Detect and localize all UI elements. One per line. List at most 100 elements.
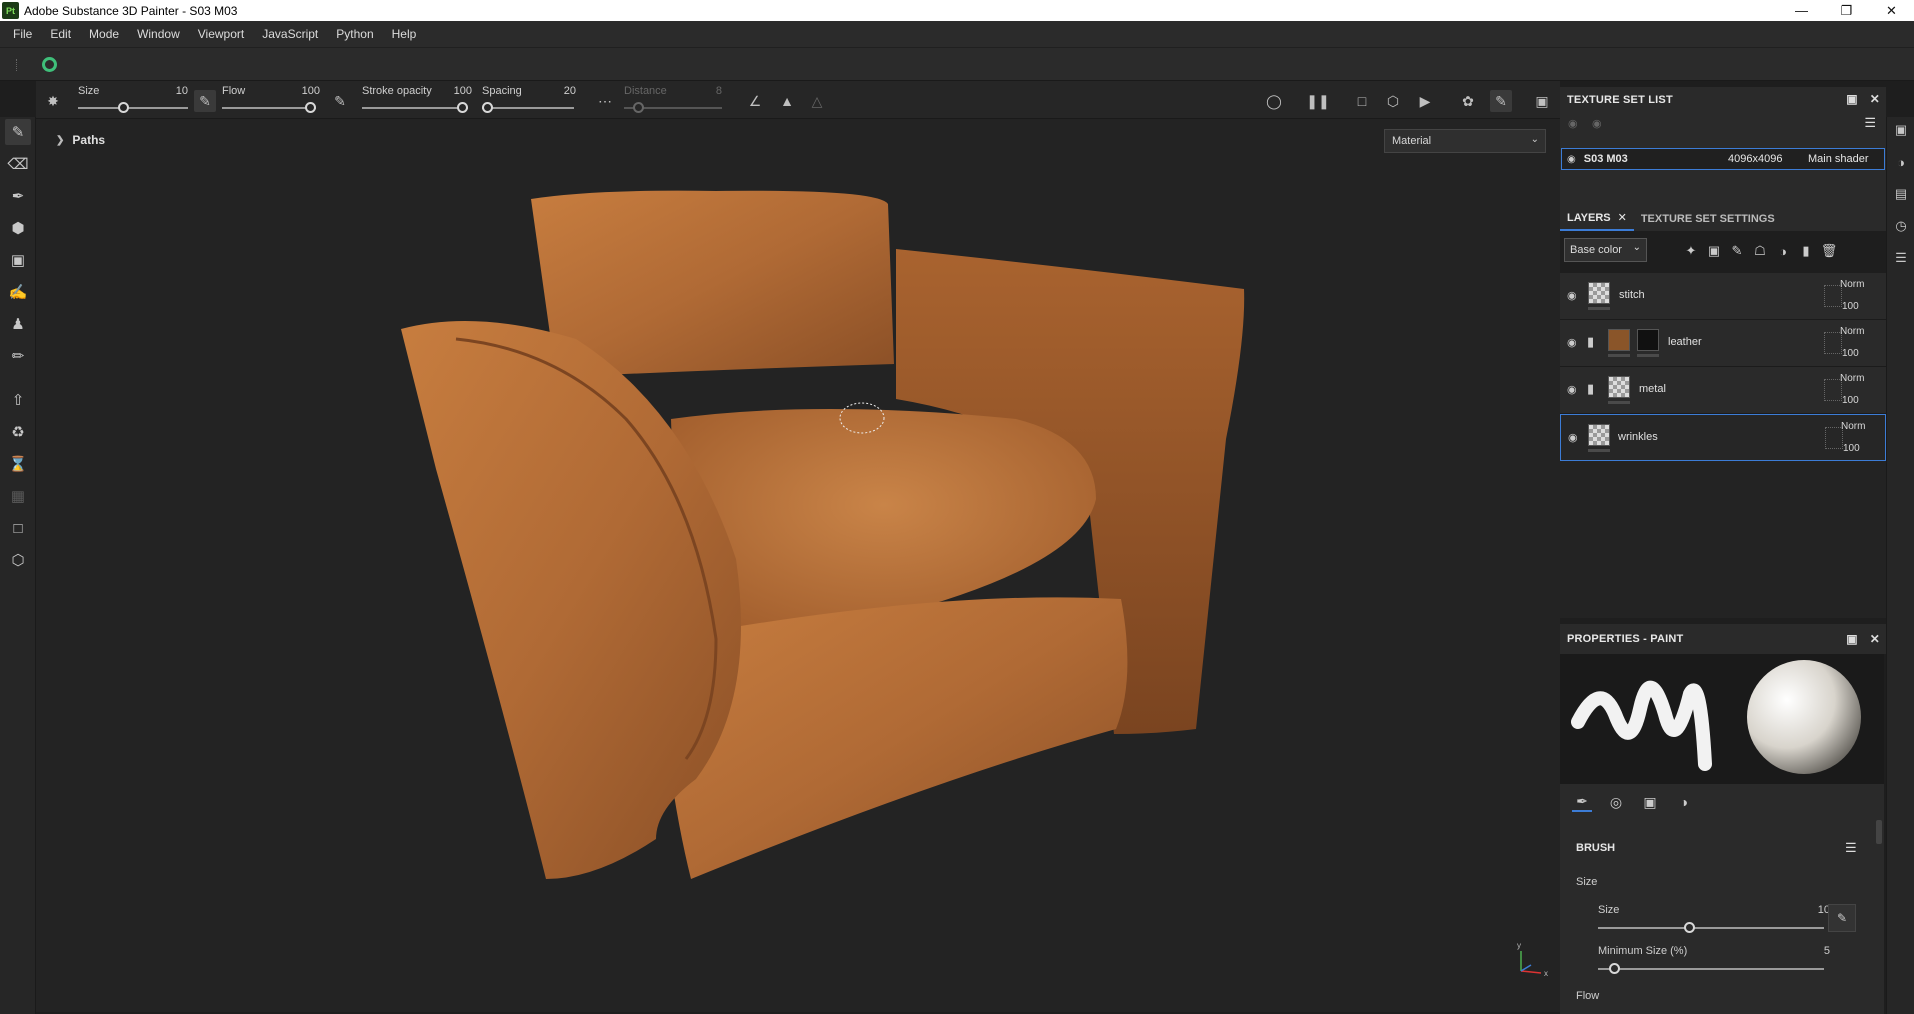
display-settings-icon[interactable]: ◑ — [1892, 153, 1910, 171]
close-panel-icon[interactable]: ✕ — [1870, 632, 1880, 646]
add-effect-icon[interactable]: ✦ — [1682, 242, 1700, 260]
layer-opacity[interactable]: 100 — [1842, 348, 1859, 359]
sync-plugin-icon[interactable] — [42, 57, 57, 72]
geometry-fill-icon[interactable]: ⬢ — [5, 215, 31, 241]
viewer-settings-icon[interactable]: ▣ — [1892, 121, 1910, 139]
eye-icon[interactable]: ◉ — [1568, 431, 1578, 444]
flow-slider[interactable]: Flow 100 — [222, 81, 322, 119]
pen-pressure-icon[interactable]: ✎ — [194, 90, 216, 112]
video-camera-icon[interactable]: ▶ — [1414, 90, 1436, 112]
symmetry-off-icon[interactable]: △ — [806, 90, 828, 112]
stencil-tab-icon[interactable]: ▣ — [1640, 792, 1660, 812]
clone-stamp-icon[interactable]: ♟ — [5, 311, 31, 337]
size-knob[interactable] — [1684, 922, 1695, 933]
eye-icon[interactable]: ◉ — [1567, 336, 1577, 349]
layer-opacity[interactable]: 100 — [1843, 443, 1860, 454]
paint-mode-icon[interactable]: ✎ — [1490, 90, 1512, 112]
size-track[interactable] — [1598, 927, 1824, 929]
float-panel-icon[interactable]: ▣ — [1846, 632, 1858, 646]
hide-uv-icon[interactable]: ◯ — [1263, 90, 1285, 112]
blend-mode[interactable]: Norm — [1840, 326, 1864, 337]
size-track[interactable] — [78, 107, 188, 109]
lazy-mouse-icon[interactable]: ⋯ — [594, 90, 616, 112]
export-icon[interactable]: ⇧ — [5, 387, 31, 413]
texture-set-row[interactable]: ◉ S03 M03 4096x4096 Main shader — [1561, 148, 1885, 170]
size-knob[interactable] — [117, 102, 129, 113]
spacing-slider[interactable]: Spacing 20 — [482, 81, 578, 119]
uv-icon[interactable]: ▦ — [5, 483, 31, 509]
properties-scrollbar[interactable] — [1876, 820, 1882, 844]
minimum-size-track[interactable] — [1598, 968, 1824, 970]
layer-item-selected[interactable]: ◉ wrinkles Norm 100 — [1560, 414, 1886, 461]
add-mask-icon[interactable]: ▣ — [1705, 242, 1723, 260]
minimize-button[interactable]: — — [1779, 0, 1824, 21]
screenshot-icon[interactable]: □ — [5, 515, 31, 541]
tab-texture-set-settings[interactable]: TEXTURE SET SETTINGS — [1634, 207, 1782, 231]
layer-item[interactable]: ◉ ▮ metal Norm 100 — [1560, 367, 1886, 414]
pause-icon[interactable]: ❚❚ — [1306, 90, 1329, 112]
polygon-fill-icon[interactable]: ▣ — [5, 247, 31, 273]
blend-mode[interactable]: Norm — [1840, 279, 1864, 290]
close-tab-icon[interactable]: ✕ — [1618, 207, 1627, 229]
projection-icon[interactable]: ✒ — [5, 183, 31, 209]
restore-button[interactable]: ❐ — [1824, 0, 1869, 21]
distance-knob[interactable] — [632, 102, 644, 113]
section-menu-icon[interactable]: ☰ — [1845, 840, 1857, 856]
close-panel-icon[interactable]: ✕ — [1870, 92, 1880, 106]
log-icon[interactable]: ☰ — [1892, 249, 1910, 267]
blend-mode[interactable]: Norm — [1840, 373, 1864, 384]
environment-icon[interactable]: ✿ — [1457, 90, 1479, 112]
layer-opacity[interactable]: 100 — [1842, 395, 1859, 406]
add-fill-layer-icon[interactable]: ☖ — [1751, 242, 1769, 260]
brush-tab-icon[interactable]: ✒ — [1572, 792, 1592, 812]
menu-edit[interactable]: Edit — [41, 21, 80, 47]
pen-pressure-icon[interactable]: ✎ — [1828, 904, 1856, 932]
distance-slider[interactable]: Distance 8 — [624, 81, 724, 119]
spacing-track[interactable] — [482, 107, 574, 109]
layer-opacity[interactable]: 100 — [1842, 301, 1859, 312]
camera-3d-icon[interactable]: ⬡ — [1382, 90, 1404, 112]
render-camera-icon[interactable]: ▣ — [1531, 90, 1553, 112]
eraser-icon[interactable]: ⌫ — [5, 151, 31, 177]
spacing-knob[interactable] — [482, 102, 493, 113]
camera-2d-icon[interactable]: □ — [1351, 90, 1373, 112]
add-smart-material-icon[interactable]: ◑ — [1774, 242, 1792, 260]
visibility-all-icon[interactable]: ◉ — [1568, 117, 1578, 130]
iray-icon[interactable]: ⌛ — [5, 451, 31, 477]
bake-icon[interactable]: ♻ — [5, 419, 31, 445]
layer-item[interactable]: ◉ ▮ leather Norm 100 — [1560, 320, 1886, 367]
brush-preset-icon[interactable]: ✸ — [42, 90, 64, 112]
eye-icon[interactable]: ◉ — [1567, 154, 1576, 165]
add-paint-layer-icon[interactable]: ✎ — [1728, 242, 1746, 260]
eye-icon[interactable]: ◉ — [1592, 117, 1602, 130]
menu-python[interactable]: Python — [327, 21, 382, 47]
menu-mode[interactable]: Mode — [80, 21, 128, 47]
stroke-opacity-slider[interactable]: Stroke opacity 100 — [362, 81, 474, 119]
shelf-icon[interactable]: ▤ — [1892, 185, 1910, 203]
menu-window[interactable]: Window — [128, 21, 189, 47]
flow-knob[interactable] — [305, 102, 316, 113]
toolbar-grip-icon[interactable] — [16, 59, 18, 71]
color-picker-icon[interactable]: ✏ — [5, 343, 31, 369]
3d-view-icon[interactable]: ⬡ — [5, 547, 31, 573]
menu-viewport[interactable]: Viewport — [189, 21, 253, 47]
material-tab-icon[interactable]: ◑ — [1674, 792, 1694, 812]
flow-track[interactable] — [222, 107, 316, 109]
float-panel-icon[interactable]: ▣ — [1846, 92, 1858, 106]
menu-help[interactable]: Help — [383, 21, 426, 47]
texture-set-shader[interactable]: Main shader — [1808, 153, 1869, 165]
smudge-icon[interactable]: ✍ — [5, 279, 31, 305]
add-folder-icon[interactable]: ▮ — [1797, 242, 1815, 260]
menu-file[interactable]: File — [4, 21, 41, 47]
channel-select[interactable]: Base color ⌄ — [1564, 238, 1647, 262]
paint-brush-icon[interactable]: ✎ — [5, 119, 31, 145]
close-button[interactable]: ✕ — [1869, 0, 1914, 21]
eye-icon[interactable]: ◉ — [1567, 289, 1577, 302]
eye-icon[interactable]: ◉ — [1567, 383, 1577, 396]
size-slider[interactable]: Size 10 — [78, 81, 190, 119]
alpha-tab-icon[interactable]: ◎ — [1606, 792, 1626, 812]
symmetry-icon[interactable]: ▲ — [776, 90, 798, 112]
history-icon[interactable]: ◷ — [1892, 217, 1910, 235]
angle-icon[interactable]: ∠ — [744, 90, 766, 112]
minimum-size-knob[interactable] — [1608, 963, 1620, 974]
